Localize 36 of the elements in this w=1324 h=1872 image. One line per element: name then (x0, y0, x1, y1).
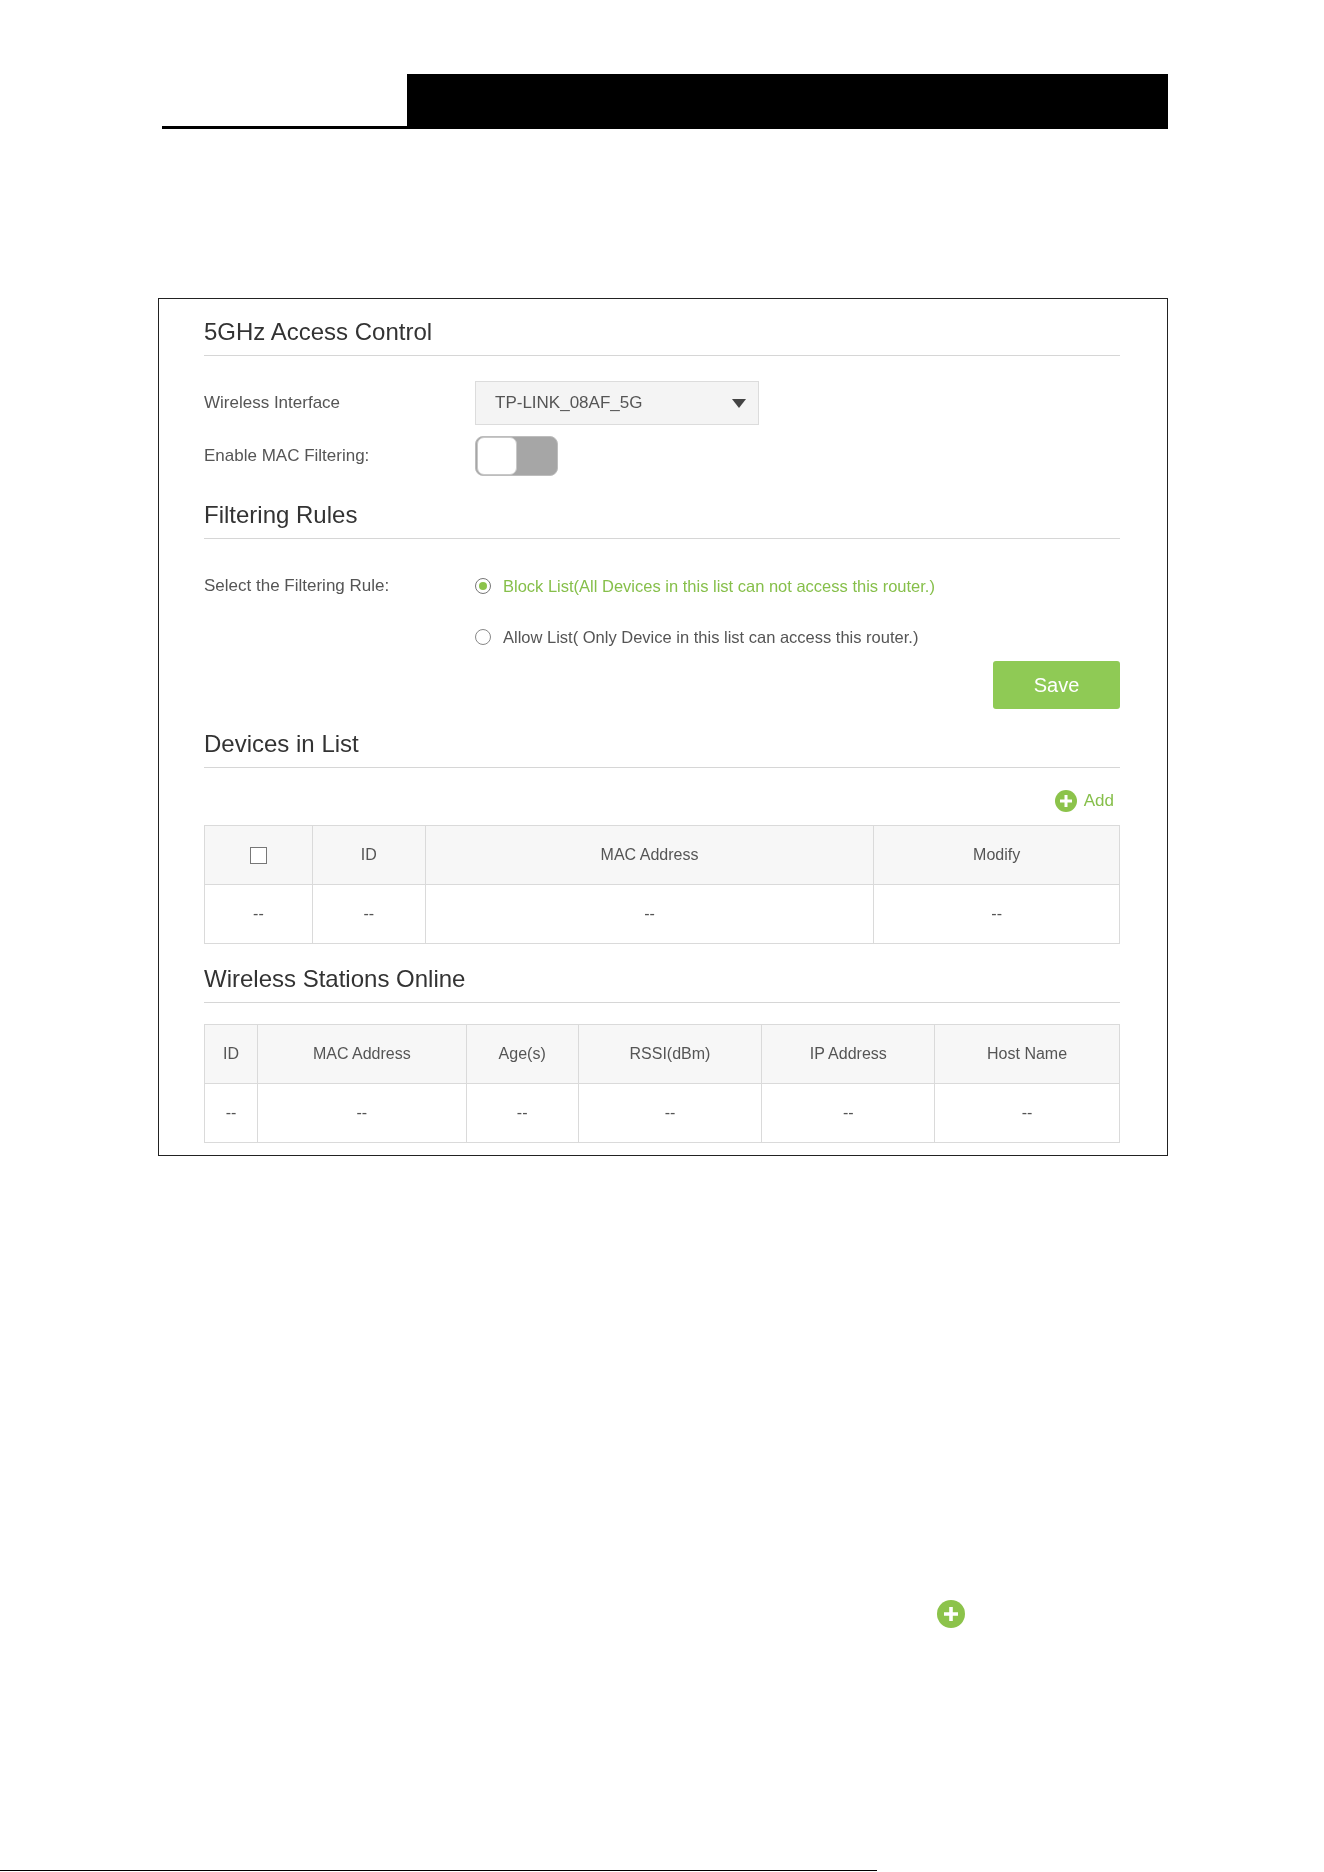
save-button[interactable]: Save (993, 661, 1120, 709)
radio-option[interactable]: Allow List( Only Device in this list can access this router.) (475, 625, 919, 649)
field-label: Select the Filtering Rule: (204, 575, 390, 597)
table-cell: -- (425, 884, 874, 944)
column-header: ID (204, 1024, 258, 1084)
radio-option[interactable]: Block List(All Devices in this list can not access this router.) (475, 574, 935, 598)
checkbox[interactable] (249, 847, 267, 865)
column-header: Age(s) (466, 1024, 579, 1084)
section-title: Wireless Stations Online (204, 965, 466, 993)
table-cell: -- (204, 1083, 258, 1143)
mac-filtering-toggle[interactable] (475, 436, 558, 476)
column-header: Modify (873, 825, 1120, 885)
table-cell: -- (466, 1083, 579, 1143)
column-header: MAC Address (425, 825, 874, 885)
plus-circle-icon (937, 1600, 965, 1628)
table-cell: -- (761, 1083, 935, 1143)
column-header: RSSI(dBm) (578, 1024, 762, 1084)
plus-circle-icon (1054, 790, 1077, 812)
column-header: MAC Address (257, 1024, 467, 1084)
section-title: Filtering Rules (204, 501, 358, 529)
field-label: Enable MAC Filtering: (204, 445, 370, 467)
caret-icon (732, 398, 746, 408)
table-cell: -- (204, 884, 313, 944)
column-header: ID (312, 825, 426, 885)
column-header: IP Address (761, 1024, 935, 1084)
add-button[interactable]: Add (1054, 789, 1114, 813)
table-cell: -- (312, 884, 426, 944)
table-cell: -- (578, 1083, 762, 1143)
section-title: Devices in List (204, 730, 359, 758)
table-cell: -- (934, 1083, 1120, 1143)
section-title: 5GHz Access Control (204, 318, 433, 346)
table-cell: -- (873, 884, 1120, 944)
table-cell: -- (257, 1083, 467, 1143)
interface-dropdown[interactable]: TP-LINK_08AF_5G (475, 381, 759, 425)
field-label: Wireless Interface (204, 392, 341, 414)
column-header: Host Name (934, 1024, 1120, 1084)
